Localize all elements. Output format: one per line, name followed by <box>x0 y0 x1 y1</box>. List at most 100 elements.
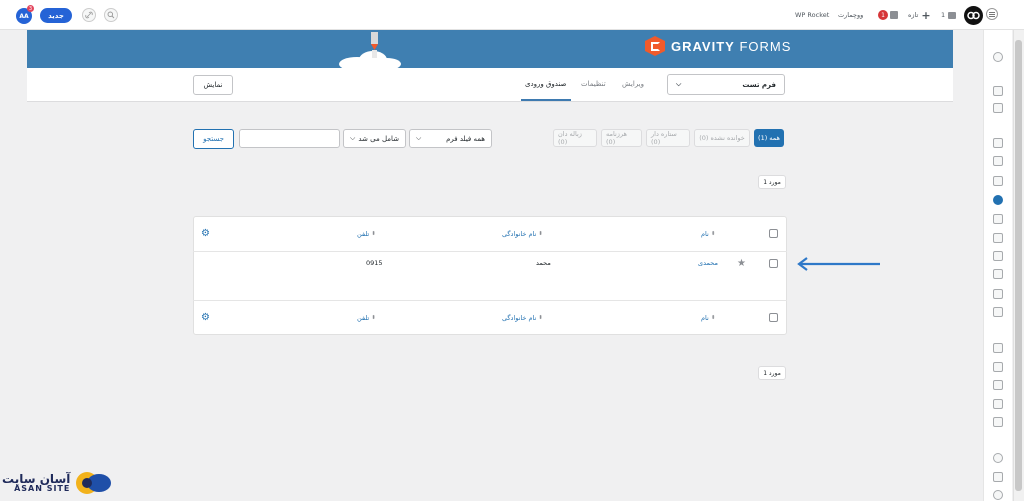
settings-icon[interactable] <box>993 453 1003 463</box>
operator-select-value: شامل می شد <box>358 134 399 143</box>
header-divider <box>193 251 787 252</box>
tools-icon[interactable] <box>993 472 1003 482</box>
column-label: تلفن <box>357 314 370 322</box>
sort-icon: ⬍ <box>710 231 716 237</box>
collapse-icon[interactable] <box>993 490 1003 500</box>
new-content-menu[interactable]: تازه + <box>908 0 931 30</box>
column-phone[interactable]: تلفن ⬍ <box>357 230 376 238</box>
asan-site-logo-icon <box>76 472 112 494</box>
star-icon[interactable]: ★ <box>737 258 746 269</box>
search-icon[interactable] <box>993 52 1003 62</box>
gear-icon[interactable]: ⚙ <box>201 313 210 323</box>
cell-first-name[interactable]: محمدی <box>698 259 718 267</box>
column-label: نام خانوادگی <box>502 314 537 322</box>
column-last-name-footer[interactable]: نام خانوادگی ⬍ <box>502 314 543 322</box>
column-label: نام <box>701 230 709 238</box>
templates-icon[interactable] <box>993 362 1003 372</box>
search-icon[interactable] <box>104 8 118 22</box>
form-select[interactable]: ⌵ فرم تست <box>667 74 785 95</box>
posts-icon[interactable] <box>993 138 1003 148</box>
column-phone-footer[interactable]: تلفن ⬍ <box>357 314 376 322</box>
view-button[interactable]: نمایش <box>193 75 233 95</box>
grid-icon[interactable] <box>993 103 1003 113</box>
filter-trash[interactable]: زباله دان (0) <box>553 129 597 147</box>
woocommerce-menu[interactable]: ووچمارت <box>838 0 863 30</box>
field-select-value: همه فیلد فرم <box>446 134 485 143</box>
chevron-down-icon: ⌵ <box>416 134 422 142</box>
sort-icon: ⬍ <box>538 315 543 321</box>
megaphone-icon[interactable] <box>993 417 1003 427</box>
appearance-icon[interactable] <box>993 380 1003 390</box>
tab-entries[interactable]: صندوق ورودی <box>525 80 567 88</box>
gravity-forms-banner <box>27 30 953 68</box>
elementor-icon[interactable] <box>993 343 1003 353</box>
tab-edit[interactable]: ویرایش <box>622 80 644 88</box>
comments-menu[interactable]: 1 <box>941 0 957 30</box>
watermark: آسان سایت ASAN SITE <box>2 470 113 496</box>
cell-last-name: محمد <box>536 259 551 267</box>
entries-table <box>193 216 787 335</box>
cell-phone: 0915 <box>366 259 383 267</box>
form-select-value: فرم تست <box>742 80 776 89</box>
new-item-label: تازه <box>908 11 919 19</box>
comment-icon <box>948 11 957 19</box>
chevron-down-icon: ⌵ <box>676 80 682 88</box>
form-toolbar <box>27 68 953 102</box>
rocket-illustration <box>339 32 401 68</box>
chevron-down-icon: ⌵ <box>350 134 356 142</box>
sort-icon: ⬍ <box>538 231 543 237</box>
plugins-icon[interactable] <box>993 399 1003 409</box>
select-all-checkbox[interactable] <box>769 229 778 238</box>
portfolio-icon[interactable] <box>993 214 1003 224</box>
select-all-checkbox-footer[interactable] <box>769 313 778 322</box>
brand-bold: GRAVITY <box>671 38 735 54</box>
filter-all[interactable]: همه (1) <box>754 129 784 147</box>
column-label: نام خانوادگی <box>502 230 537 238</box>
tab-settings[interactable]: تنظیمات <box>581 80 606 88</box>
filter-unread[interactable]: خوانده نشده (0) <box>694 129 750 147</box>
media-icon[interactable] <box>993 176 1003 186</box>
gravity-forms-logo: GRAVITY FORMS <box>645 36 791 56</box>
field-select[interactable]: ⌵ همه فیلد فرم <box>409 129 492 148</box>
new-button[interactable]: جدید <box>40 8 72 23</box>
item-count-top: 1 مورد <box>758 175 786 189</box>
notification-badge: 3 <box>27 5 34 12</box>
operator-select[interactable]: ⌵ شامل می شد <box>343 129 406 148</box>
column-first-name-footer[interactable]: نام ⬍ <box>701 314 715 322</box>
products-icon[interactable] <box>993 269 1003 279</box>
marketing-icon[interactable] <box>993 307 1003 317</box>
scrollbar-thumb[interactable] <box>1015 40 1022 491</box>
footer-divider <box>193 300 787 301</box>
menu-icon[interactable] <box>986 8 998 20</box>
site-logo-icon[interactable] <box>964 6 983 25</box>
wp-rocket-menu[interactable]: WP Rocket <box>795 0 829 30</box>
brand-light: FORMS <box>734 38 792 54</box>
comments-icon[interactable] <box>993 233 1003 243</box>
watermark-en: ASAN SITE <box>14 484 71 493</box>
dashboard-icon[interactable] <box>993 86 1003 96</box>
column-first-name[interactable]: نام ⬍ <box>701 230 715 238</box>
admin-bar <box>0 0 1024 30</box>
search-button[interactable]: جستجو <box>193 129 234 149</box>
search-input[interactable] <box>239 129 340 148</box>
gear-icon[interactable]: ⚙ <box>201 229 210 239</box>
filter-spam[interactable]: هرزنامه (0) <box>601 129 642 147</box>
column-last-name[interactable]: نام خانوادگی ⬍ <box>502 230 543 238</box>
gravity-forms-icon <box>645 36 665 56</box>
forms-icon[interactable] <box>993 195 1003 205</box>
updates-icon <box>890 11 898 19</box>
active-tab-indicator <box>521 99 571 101</box>
link-icon[interactable] <box>82 8 96 22</box>
arrow-annotation-icon <box>797 257 880 271</box>
plus-icon: + <box>921 8 931 22</box>
row-checkbox[interactable] <box>769 259 778 268</box>
sort-icon: ⬍ <box>371 315 376 321</box>
woocommerce-icon[interactable] <box>993 251 1003 261</box>
comments-count: 1 <box>941 11 946 19</box>
pages-icon[interactable] <box>993 156 1003 166</box>
updates-badge: 1 <box>878 10 888 20</box>
filter-starred[interactable]: ستاره دار (0) <box>646 129 690 147</box>
admin-sidebar <box>983 30 1012 501</box>
updates-menu[interactable]: 1 <box>878 0 898 30</box>
analytics-icon[interactable] <box>993 289 1003 299</box>
